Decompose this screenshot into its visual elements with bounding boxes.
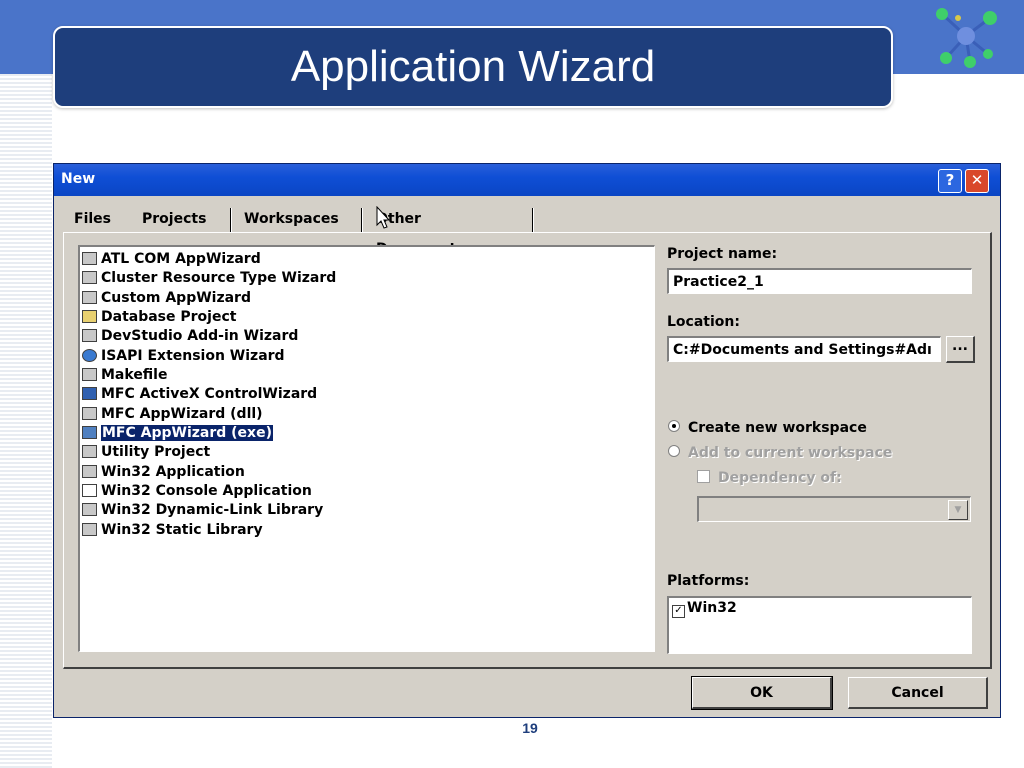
checkmark-icon: ✓ [672, 605, 685, 618]
page-number: 19 [522, 720, 538, 736]
checkbox-icon [697, 470, 710, 483]
dialog-title: New [61, 171, 96, 187]
project-name-field[interactable]: Practice2_1 [667, 268, 972, 294]
atl-icon [82, 252, 97, 265]
radio-selected-icon [668, 420, 680, 432]
list-item[interactable]: DevStudio Add-in Wizard [82, 327, 298, 346]
list-item[interactable]: Cluster Resource Type Wizard [82, 269, 336, 288]
close-button[interactable]: ✕ [965, 169, 989, 193]
project-type-list[interactable]: ATL COM AppWizard Cluster Resource Type … [78, 245, 655, 652]
list-item[interactable]: Win32 Static Library [82, 521, 263, 540]
add-to-current-workspace-radio[interactable]: Add to current workspace [668, 445, 892, 461]
list-item[interactable]: Makefile [82, 366, 167, 385]
list-item[interactable]: MFC AppWizard (dll) [82, 405, 263, 424]
new-project-dialog: New ? ✕ Files Projects Workspaces Other … [53, 163, 1001, 718]
platform-item-win32[interactable]: ✓ Win32 [672, 600, 737, 618]
list-item[interactable]: Win32 Console Application [82, 482, 312, 501]
console-icon [82, 484, 97, 497]
tab-divider [230, 208, 232, 232]
platforms-list[interactable]: ✓ Win32 [667, 596, 972, 654]
tab-files[interactable]: Files [66, 204, 119, 234]
location-label: Location: [667, 314, 740, 330]
makefile-icon [82, 368, 97, 381]
activex-icon [82, 387, 97, 400]
slide-title-box: Application Wizard [53, 26, 893, 108]
slide-left-stripes [0, 74, 52, 768]
slide-title: Application Wizard [290, 42, 656, 91]
dependency-of-checkbox[interactable]: Dependency of: [697, 470, 842, 486]
dll-icon [82, 503, 97, 516]
custom-wizard-icon [82, 291, 97, 304]
cluster-icon [82, 271, 97, 284]
database-icon [82, 310, 97, 323]
cancel-button[interactable]: Cancel [848, 677, 988, 709]
list-item[interactable]: Database Project [82, 308, 236, 327]
list-item[interactable]: ISAPI Extension Wizard [82, 347, 285, 366]
platforms-label: Platforms: [667, 573, 750, 589]
mouse-cursor-icon [376, 206, 391, 229]
dependency-combo[interactable]: ▼ [697, 496, 971, 522]
project-name-label: Project name: [667, 246, 778, 262]
help-button[interactable]: ? [938, 169, 962, 193]
chevron-down-icon[interactable]: ▼ [948, 500, 968, 520]
list-item[interactable]: Custom AppWizard [82, 289, 251, 308]
radio-icon [668, 445, 680, 457]
dialog-titlebar[interactable]: New ? ✕ [54, 164, 1000, 196]
addin-icon [82, 329, 97, 342]
tab-workspaces[interactable]: Workspaces [236, 204, 347, 234]
list-item[interactable]: MFC ActiveX ControlWizard [82, 385, 317, 404]
list-item[interactable]: Win32 Application [82, 463, 245, 482]
location-field[interactable]: C:#Documents and Settings#Adı [667, 336, 941, 362]
browse-button[interactable]: ... [946, 336, 975, 363]
ok-button[interactable]: OK [691, 676, 833, 710]
utility-icon [82, 445, 97, 458]
win32-app-icon [82, 465, 97, 478]
tab-divider [532, 208, 534, 232]
list-item-selected[interactable]: MFC AppWizard (exe) [82, 424, 274, 443]
globe-icon [82, 349, 97, 362]
list-item[interactable]: Win32 Dynamic-Link Library [82, 501, 323, 520]
list-item[interactable]: Utility Project [82, 443, 210, 462]
mfc-dll-icon [82, 407, 97, 420]
list-item[interactable]: ATL COM AppWizard [82, 250, 261, 269]
create-new-workspace-radio[interactable]: Create new workspace [668, 420, 867, 436]
tab-divider [361, 208, 363, 232]
lib-icon [82, 523, 97, 536]
tab-projects[interactable]: Projects [134, 204, 215, 234]
molecule-logo-icon [936, 8, 997, 68]
mfc-exe-icon [82, 426, 97, 439]
